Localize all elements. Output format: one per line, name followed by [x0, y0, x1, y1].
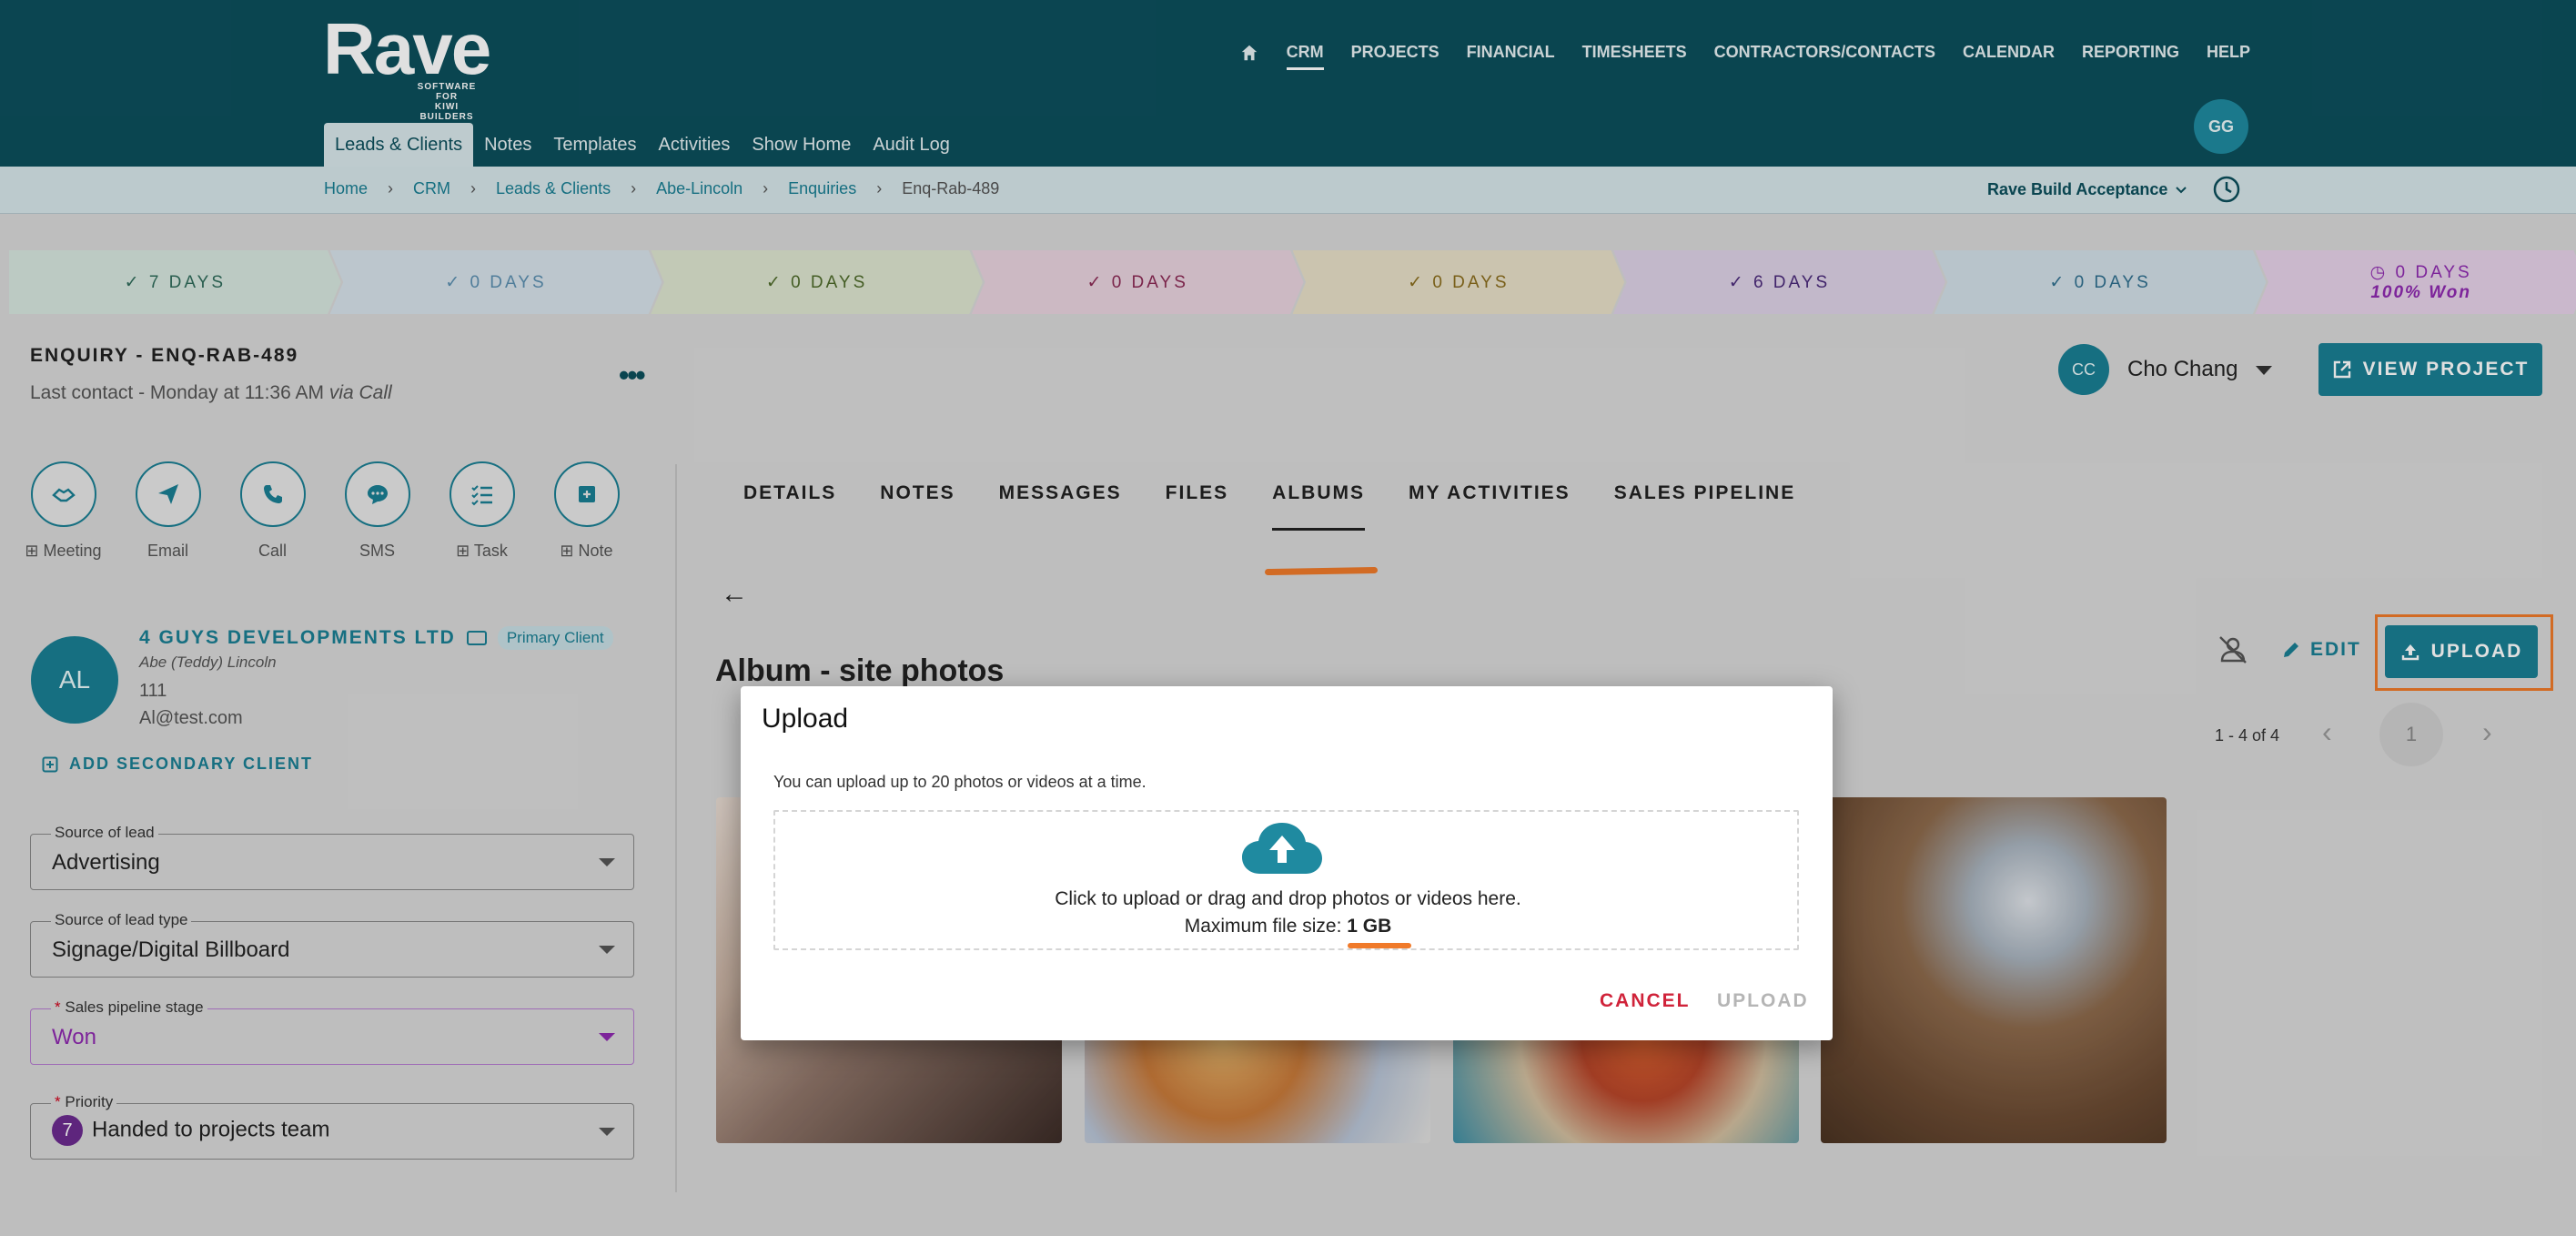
modal-backdrop[interactable]	[0, 0, 2576, 1236]
dropzone-instructions: Click to upload or drag and drop photos …	[1055, 888, 1521, 909]
max-file-size: Maximum file size: 1 GB	[775, 916, 1801, 937]
upload-dialog: Upload You can upload up to 20 photos or…	[741, 686, 1833, 1040]
dialog-info-text: You can upload up to 20 photos or videos…	[773, 773, 1147, 791]
dialog-upload-button[interactable]: UPLOAD	[1717, 990, 1809, 1012]
file-dropzone[interactable]: Click to upload or drag and drop photos …	[773, 810, 1799, 950]
cancel-button[interactable]: CANCEL	[1600, 990, 1691, 1012]
annotation-underline-size	[1348, 943, 1411, 948]
cloud-upload-icon	[1242, 823, 1322, 874]
max-file-size-value: 1 GB	[1347, 916, 1392, 937]
max-file-size-prefix: Maximum file size:	[1184, 916, 1348, 937]
dialog-title: Upload	[762, 704, 849, 734]
